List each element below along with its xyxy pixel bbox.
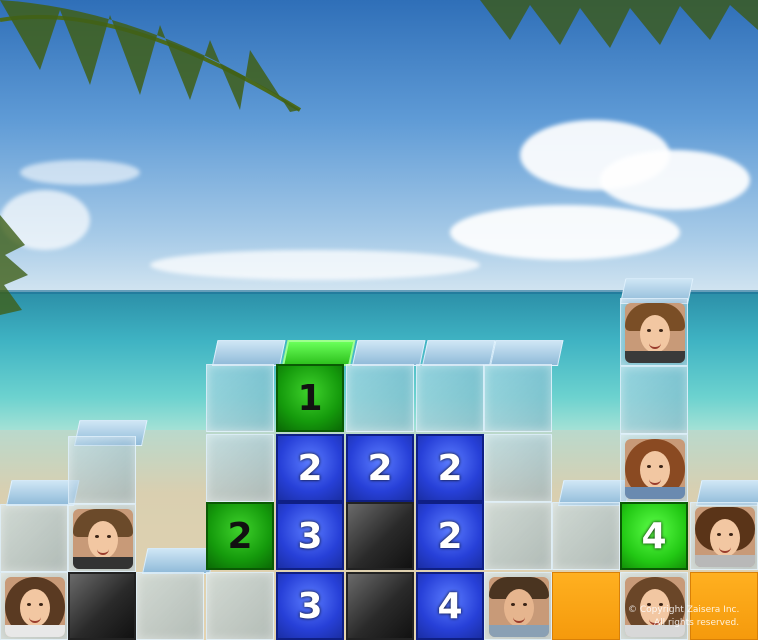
number-tile-green[interactable]: 4 bbox=[620, 502, 688, 570]
palm-frond-side bbox=[0, 215, 28, 315]
empty-glass-tile[interactable] bbox=[484, 364, 552, 432]
copyright-line: All rights reserved. bbox=[654, 618, 740, 628]
empty-glass-tile[interactable] bbox=[484, 434, 552, 502]
portrait-tile[interactable] bbox=[620, 298, 688, 366]
portrait-girl-curly bbox=[695, 507, 755, 567]
number-tile-blue[interactable]: 3 bbox=[276, 502, 344, 570]
palm-frond-left bbox=[0, 0, 302, 112]
cloud bbox=[600, 150, 750, 210]
dark-tile[interactable] bbox=[346, 572, 414, 640]
portrait-girl-redhair bbox=[625, 439, 685, 499]
portrait-boy-curly bbox=[73, 509, 133, 569]
number-tile-green[interactable]: 2 bbox=[206, 502, 274, 570]
game-scene: 2 1 2 3 3 2 2 2 4 4 © Copyright Zaisera … bbox=[0, 0, 758, 640]
empty-glass-tile[interactable] bbox=[346, 364, 414, 432]
portrait-tile[interactable] bbox=[484, 572, 552, 640]
portrait-tile[interactable] bbox=[690, 502, 758, 570]
cloud bbox=[20, 160, 140, 185]
copyright-line: © Copyright Zaisera Inc. bbox=[628, 605, 740, 615]
dark-tile[interactable] bbox=[346, 502, 414, 570]
orange-tile[interactable] bbox=[552, 572, 620, 640]
portrait-tile[interactable] bbox=[68, 504, 136, 572]
cloud bbox=[450, 205, 680, 260]
tile-number: 1 bbox=[297, 377, 323, 419]
tile-top bbox=[142, 548, 216, 574]
empty-glass-tile[interactable] bbox=[620, 366, 688, 434]
portrait-girl-long-hair bbox=[5, 577, 65, 637]
empty-glass-tile[interactable] bbox=[136, 572, 204, 640]
tile-number: 2 bbox=[297, 447, 323, 489]
empty-glass-tile[interactable] bbox=[416, 364, 484, 432]
tile-top-green bbox=[282, 340, 356, 366]
tile-number: 3 bbox=[297, 515, 323, 557]
tile-number: 4 bbox=[641, 515, 667, 557]
copyright-notice: © Copyright Zaisera Inc. All rights rese… bbox=[628, 604, 758, 630]
empty-glass-tile[interactable] bbox=[0, 504, 68, 572]
portrait-boy-short bbox=[489, 577, 549, 637]
number-tile-green[interactable]: 1 bbox=[276, 364, 344, 432]
number-tile-blue[interactable]: 2 bbox=[416, 502, 484, 570]
empty-glass-tile[interactable] bbox=[206, 572, 274, 640]
tile-number: 2 bbox=[437, 515, 463, 557]
empty-glass-tile[interactable] bbox=[484, 502, 552, 570]
number-tile-blue[interactable]: 4 bbox=[416, 572, 484, 640]
tile-top bbox=[352, 340, 426, 366]
number-tile-blue[interactable]: 2 bbox=[416, 434, 484, 502]
tile-top bbox=[212, 340, 286, 366]
tile-number: 2 bbox=[437, 447, 463, 489]
cloud bbox=[150, 250, 480, 280]
dark-tile[interactable] bbox=[68, 572, 136, 640]
number-tile-blue[interactable]: 2 bbox=[276, 434, 344, 502]
portrait-boy-top bbox=[625, 303, 685, 363]
empty-glass-tile[interactable] bbox=[206, 364, 274, 432]
tile-number: 3 bbox=[297, 585, 323, 627]
empty-glass-tile[interactable] bbox=[552, 502, 620, 570]
tile-top bbox=[490, 340, 564, 366]
portrait-tile[interactable] bbox=[620, 434, 688, 502]
empty-glass-tile[interactable] bbox=[206, 434, 274, 502]
portrait-tile[interactable] bbox=[0, 572, 68, 640]
number-tile-blue[interactable]: 3 bbox=[276, 572, 344, 640]
tile-number: 4 bbox=[437, 585, 463, 627]
tile-number: 2 bbox=[367, 447, 393, 489]
empty-glass-tile[interactable] bbox=[68, 436, 136, 504]
number-tile-blue[interactable]: 2 bbox=[346, 434, 414, 502]
tile-number: 2 bbox=[227, 515, 253, 557]
palm-frond-right bbox=[480, 0, 758, 48]
tile-top bbox=[422, 340, 496, 366]
